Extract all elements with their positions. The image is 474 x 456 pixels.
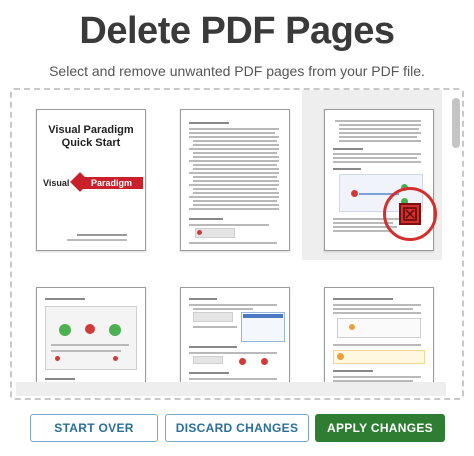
page-cell-3[interactable] (302, 90, 442, 260)
cover-title-line-2: Quick Start (61, 137, 121, 149)
cover-footer-line (77, 234, 127, 236)
logo-bar: Paradigm (81, 177, 143, 189)
vertical-scrollbar-thumb[interactable] (452, 98, 460, 148)
delete-page-icon (403, 207, 417, 221)
page-cell-6[interactable] (302, 268, 442, 382)
visual-paradigm-logo: Visual Paradigm (43, 172, 143, 192)
page-grid-dropzone[interactable]: Visual Paradigm Quick Start Visual Parad… (10, 88, 464, 400)
page-subtitle: Select and remove unwanted PDF pages fro… (49, 63, 425, 79)
logo-text-left: Visual (43, 178, 70, 188)
page-thumbnail-2[interactable] (180, 109, 290, 251)
page-cell-1[interactable]: Visual Paradigm Quick Start Visual Parad… (14, 90, 154, 260)
start-over-button[interactable]: START OVER (30, 414, 158, 442)
cover-title: Visual Paradigm Quick Start (37, 124, 145, 150)
page-thumbnail-6[interactable] (324, 287, 434, 382)
logo-text-right: Paradigm (91, 178, 133, 188)
cover-footer-line (67, 239, 127, 241)
apply-changes-button[interactable]: APPLY CHANGES (315, 414, 445, 442)
page-cell-4[interactable] (14, 268, 154, 382)
page-thumbnail-5[interactable] (180, 287, 290, 382)
page-title: Delete PDF Pages (79, 10, 395, 52)
vertical-scrollbar[interactable] (452, 94, 460, 382)
discard-changes-button[interactable]: DISCARD CHANGES (165, 414, 309, 442)
horizontal-scrollbar[interactable] (16, 382, 446, 396)
page-grid: Visual Paradigm Quick Start Visual Parad… (12, 90, 452, 382)
delete-page-button[interactable] (399, 203, 421, 225)
page-thumbnail-4[interactable] (36, 287, 146, 382)
page-thumbnail-1[interactable]: Visual Paradigm Quick Start Visual Parad… (36, 109, 146, 251)
page-cell-2[interactable] (158, 90, 298, 260)
page-cell-5[interactable] (158, 268, 298, 382)
cover-title-line-1: Visual Paradigm (48, 124, 134, 136)
